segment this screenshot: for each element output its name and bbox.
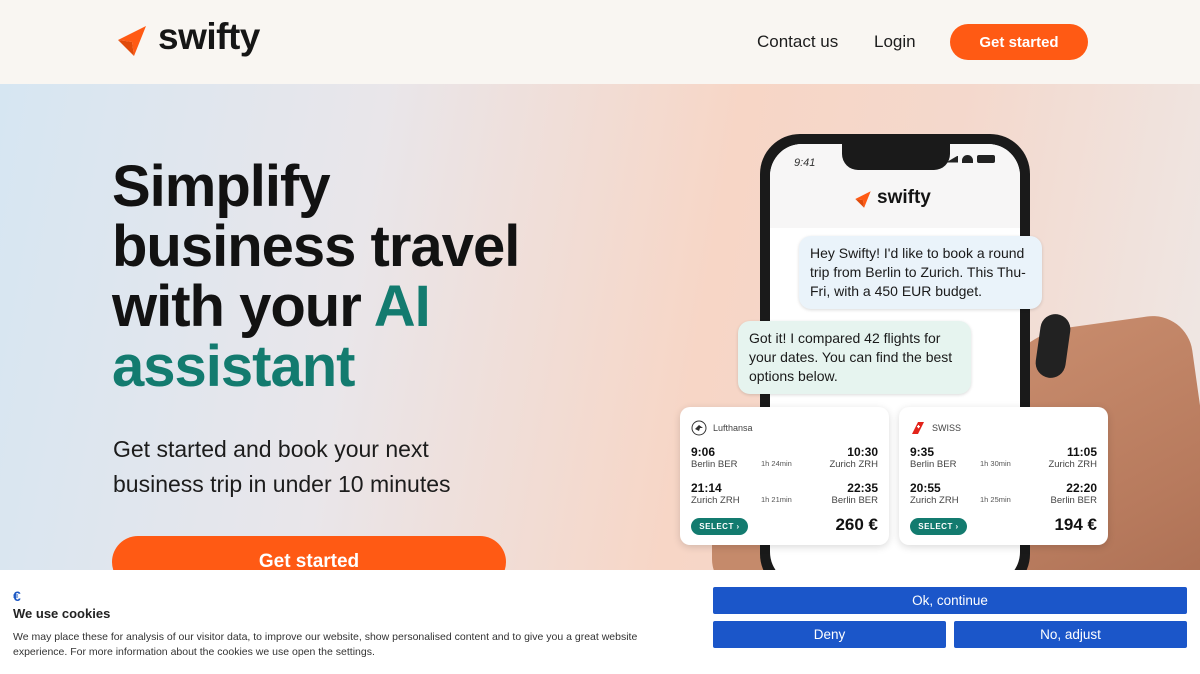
nav-contact-link[interactable]: Contact us <box>757 32 838 52</box>
arrival-city: Zurich ZRH <box>829 459 878 470</box>
select-flight-button[interactable]: SELECT › <box>691 518 748 535</box>
departure-time: 20:55 <box>910 481 941 495</box>
airline-header: Lufthansa <box>691 420 753 436</box>
swiss-flag-icon <box>912 422 924 434</box>
app-logo: swifty <box>852 186 931 210</box>
headline-accent-assistant: assistant <box>112 334 355 399</box>
phone-notch <box>842 144 950 170</box>
departure-time: 21:14 <box>691 481 722 495</box>
signal-icon <box>946 155 958 163</box>
user-chat-bubble: Hey Swifty! I'd like to book a round tri… <box>799 236 1042 309</box>
inbound-segment: 21:14 Zurich ZRH 1h 21min 22:35 Berlin B… <box>691 481 878 509</box>
wifi-icon <box>962 155 973 163</box>
arrival-city: Berlin BER <box>831 495 878 506</box>
cookie-ok-button[interactable]: Ok, continue <box>713 587 1187 614</box>
arrival-time: 11:05 <box>1066 445 1097 459</box>
outbound-segment: 9:35 Berlin BER 1h 30min 11:05 Zurich ZR… <box>910 445 1097 473</box>
flight-price: 194 € <box>1054 515 1097 534</box>
cookie-deny-button[interactable]: Deny <box>713 621 946 648</box>
arrival-city: Zurich ZRH <box>1048 459 1097 470</box>
inbound-segment: 20:55 Zurich ZRH 1h 25min 22:20 Berlin B… <box>910 481 1097 509</box>
hero-headline: Simplify business travel with your AI as… <box>112 157 552 397</box>
phone-status-icons <box>946 155 995 163</box>
phone-time: 9:41 <box>794 157 816 169</box>
flight-price: 260 € <box>835 515 878 534</box>
swifty-bolt-icon <box>118 26 146 56</box>
headline-accent-ai: AI <box>373 274 431 339</box>
app-name: swifty <box>877 186 931 208</box>
outbound-segment: 9:06 Berlin BER 1h 24min 10:30 Zurich ZR… <box>691 445 878 473</box>
brand-name: swifty <box>158 16 260 57</box>
arrival-time: 10:30 <box>847 445 878 459</box>
airline-header: SWISS <box>910 420 961 436</box>
cookie-consent-icon[interactable]: € <box>13 588 21 604</box>
flight-duration: 1h 21min <box>761 495 792 504</box>
flight-card-swiss: SWISS 9:35 Berlin BER 1h 30min 11:05 Zur… <box>899 407 1108 545</box>
hero-subhead: Get started and book your next business … <box>113 436 451 497</box>
hero-get-started-button[interactable]: Get started <box>112 536 506 570</box>
brand-logo[interactable]: swifty <box>112 16 260 60</box>
arrival-time: 22:35 <box>847 481 878 495</box>
top-nav: swifty Contact us Login Get started <box>0 0 1200 84</box>
departure-time: 9:35 <box>910 445 935 459</box>
cookie-adjust-button[interactable]: No, adjust <box>954 621 1187 648</box>
assistant-chat-bubble: Got it! I compared 42 flights for your d… <box>738 321 971 394</box>
swifty-bolt-icon <box>855 191 871 208</box>
headline-line-1: Simplify <box>112 154 331 219</box>
flight-duration: 1h 25min <box>980 495 1011 504</box>
departure-city: Zurich ZRH <box>691 495 740 506</box>
headline-line-3: with your <box>112 274 374 339</box>
cookie-title: We use cookies <box>13 606 111 621</box>
nav-login-link[interactable]: Login <box>874 32 916 52</box>
battery-icon <box>977 155 995 163</box>
flight-card-lufthansa: Lufthansa 9:06 Berlin BER 1h 24min 10:30… <box>680 407 889 545</box>
airline-name: SWISS <box>932 423 962 433</box>
flight-duration: 1h 24min <box>761 459 792 468</box>
departure-time: 9:06 <box>691 445 716 459</box>
lufthansa-crane-icon <box>691 420 707 436</box>
cookie-banner: € We use cookies We may place these for … <box>0 570 1200 674</box>
cookie-description: We may place these for analysis of our v… <box>13 631 638 658</box>
nav-get-started-button[interactable]: Get started <box>950 24 1088 60</box>
departure-city: Berlin BER <box>910 459 957 470</box>
arrival-time: 22:20 <box>1066 481 1097 495</box>
departure-city: Berlin BER <box>691 459 738 470</box>
arrival-city: Berlin BER <box>1050 495 1097 506</box>
select-flight-button[interactable]: SELECT › <box>910 518 967 535</box>
flight-duration: 1h 30min <box>980 459 1011 468</box>
departure-city: Zurich ZRH <box>910 495 959 506</box>
headline-line-2: business travel <box>112 214 520 279</box>
airline-name: Lufthansa <box>713 423 753 433</box>
